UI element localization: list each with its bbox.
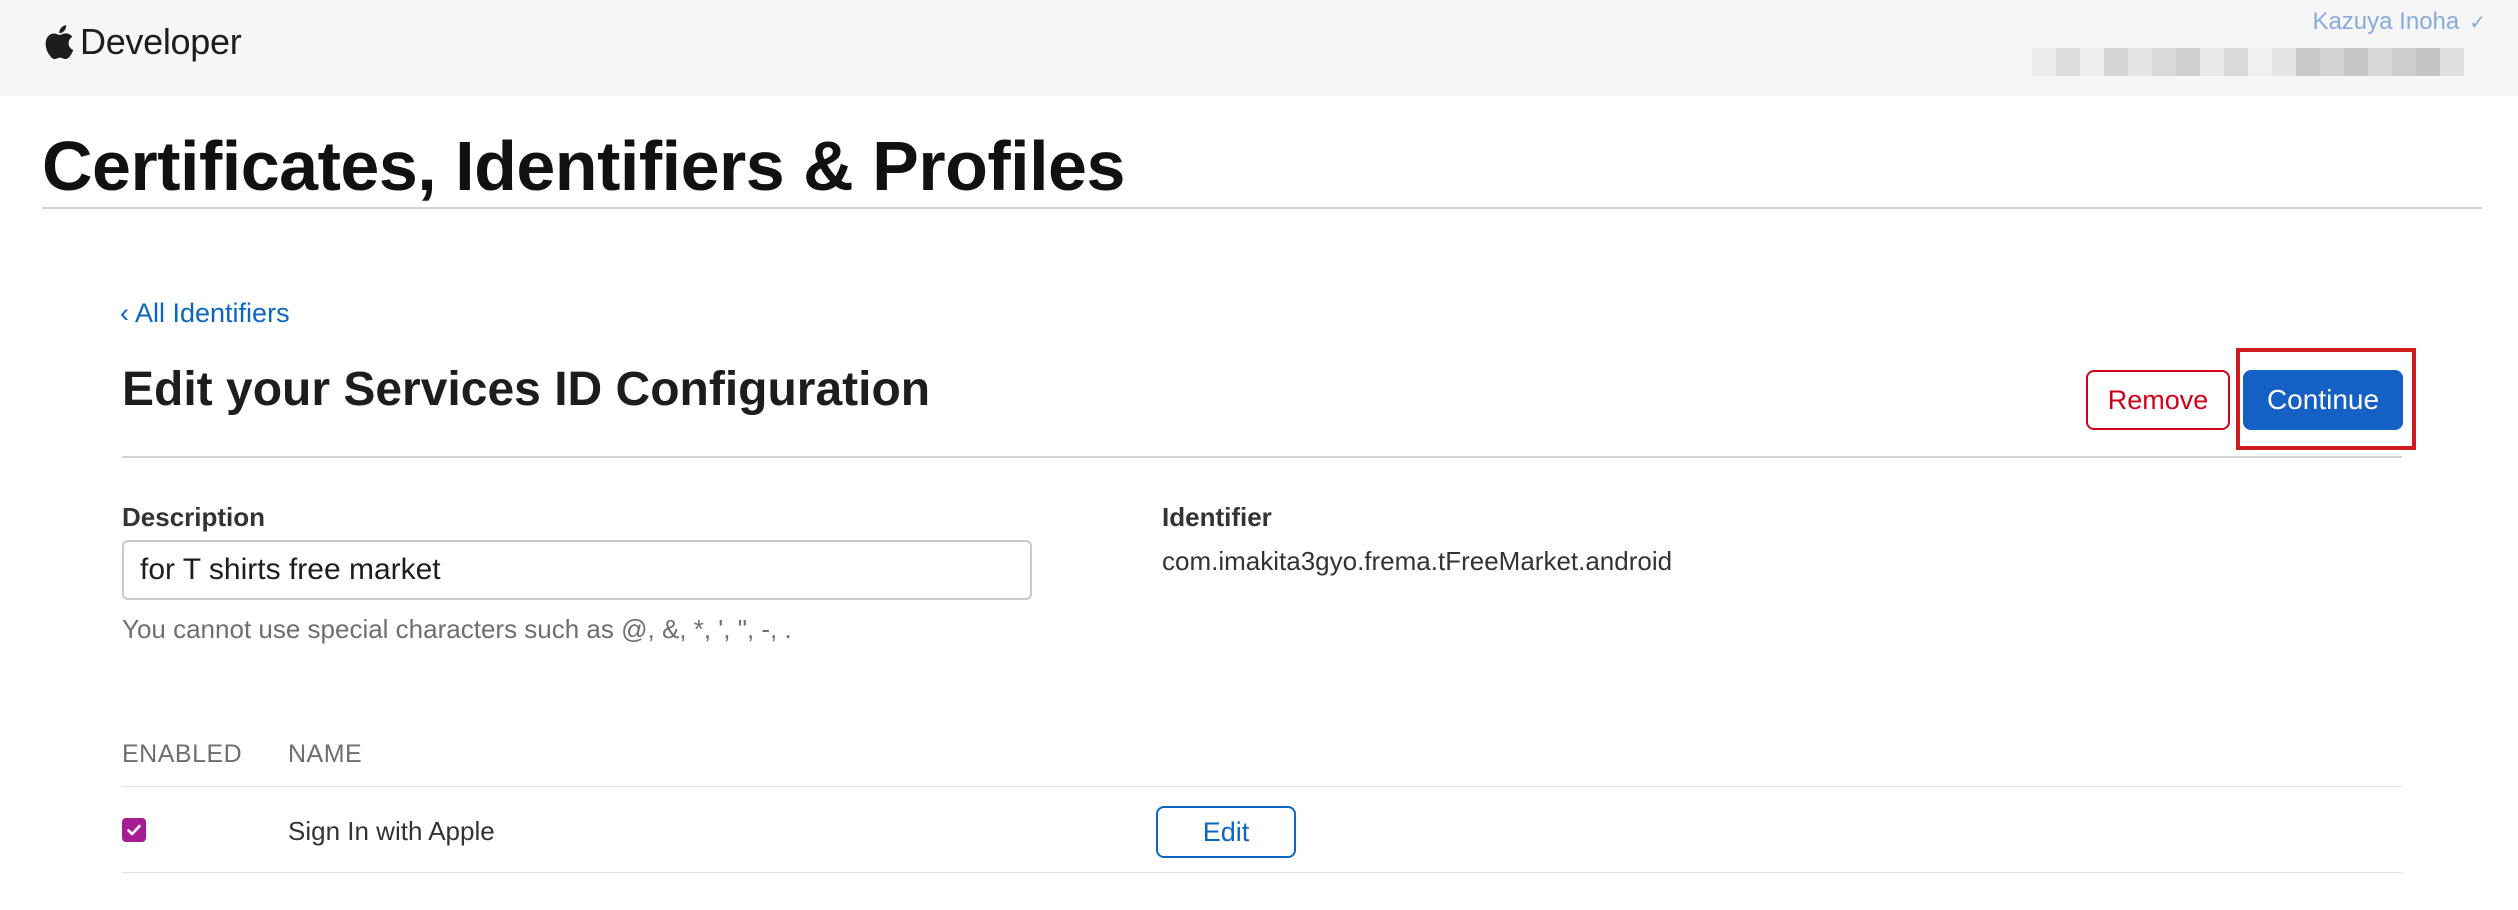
- redacted-pixel: [2416, 48, 2440, 76]
- description-help-text: You cannot use special characters such a…: [122, 614, 792, 644]
- section-title: Edit your Services ID Configuration: [122, 363, 931, 416]
- account-menu[interactable]: Kazuya Inoha ✓: [1946, 4, 2486, 84]
- checkmark-icon: [127, 824, 141, 836]
- redacted-pixel: [2440, 48, 2464, 76]
- sign-in-with-apple-checkbox[interactable]: [122, 818, 146, 842]
- continue-button[interactable]: Continue: [2243, 370, 2403, 430]
- account-name-text: Kazuya Inoha: [2312, 8, 2460, 35]
- redacted-pixel: [2032, 48, 2056, 76]
- redacted-pixel: [2392, 48, 2416, 76]
- section-divider: [122, 456, 2402, 458]
- redacted-pixel: [2056, 48, 2080, 76]
- table-header-divider: [122, 786, 2402, 787]
- identifier-label: Identifier: [1162, 502, 1272, 532]
- redacted-pixel: [2152, 48, 2176, 76]
- developer-home-link[interactable]: Developer: [42, 18, 242, 66]
- capability-name: Sign In with Apple: [288, 816, 495, 846]
- chevron-down-icon: ✓: [2469, 12, 2486, 34]
- redacted-pixel: [2224, 48, 2248, 76]
- remove-button[interactable]: Remove: [2086, 370, 2230, 430]
- redacted-pixel: [2248, 48, 2272, 76]
- column-header-enabled: ENABLED: [122, 740, 243, 768]
- page-title: Certificates, Identifiers & Profiles: [42, 127, 1125, 205]
- apple-logo-icon: [45, 25, 74, 60]
- brand-name: Developer: [80, 21, 242, 62]
- redacted-pixel: [2080, 48, 2104, 76]
- description-input[interactable]: [122, 540, 1032, 600]
- account-name[interactable]: Kazuya Inoha ✓: [2312, 8, 2486, 36]
- column-header-name: NAME: [288, 740, 363, 768]
- edit-button[interactable]: Edit: [1156, 806, 1296, 858]
- redacted-pixel: [2368, 48, 2392, 76]
- redacted-pixel: [2128, 48, 2152, 76]
- identifier-value: com.imakita3gyo.frema.tFreeMarket.androi…: [1162, 546, 1673, 576]
- description-label: Description: [122, 502, 266, 532]
- title-divider: [42, 207, 2482, 209]
- table-row-divider: [122, 872, 2402, 873]
- redacted-pixel: [2344, 48, 2368, 76]
- redacted-pixel: [2320, 48, 2344, 76]
- redacted-pixel: [2296, 48, 2320, 76]
- team-name-redacted: [2032, 48, 2464, 76]
- top-nav: Developer Kazuya Inoha ✓: [0, 0, 2518, 96]
- redacted-pixel: [2200, 48, 2224, 76]
- redacted-pixel: [2176, 48, 2200, 76]
- redacted-pixel: [2272, 48, 2296, 76]
- redacted-pixel: [2104, 48, 2128, 76]
- all-identifiers-link[interactable]: ‹ All Identifiers: [120, 298, 290, 329]
